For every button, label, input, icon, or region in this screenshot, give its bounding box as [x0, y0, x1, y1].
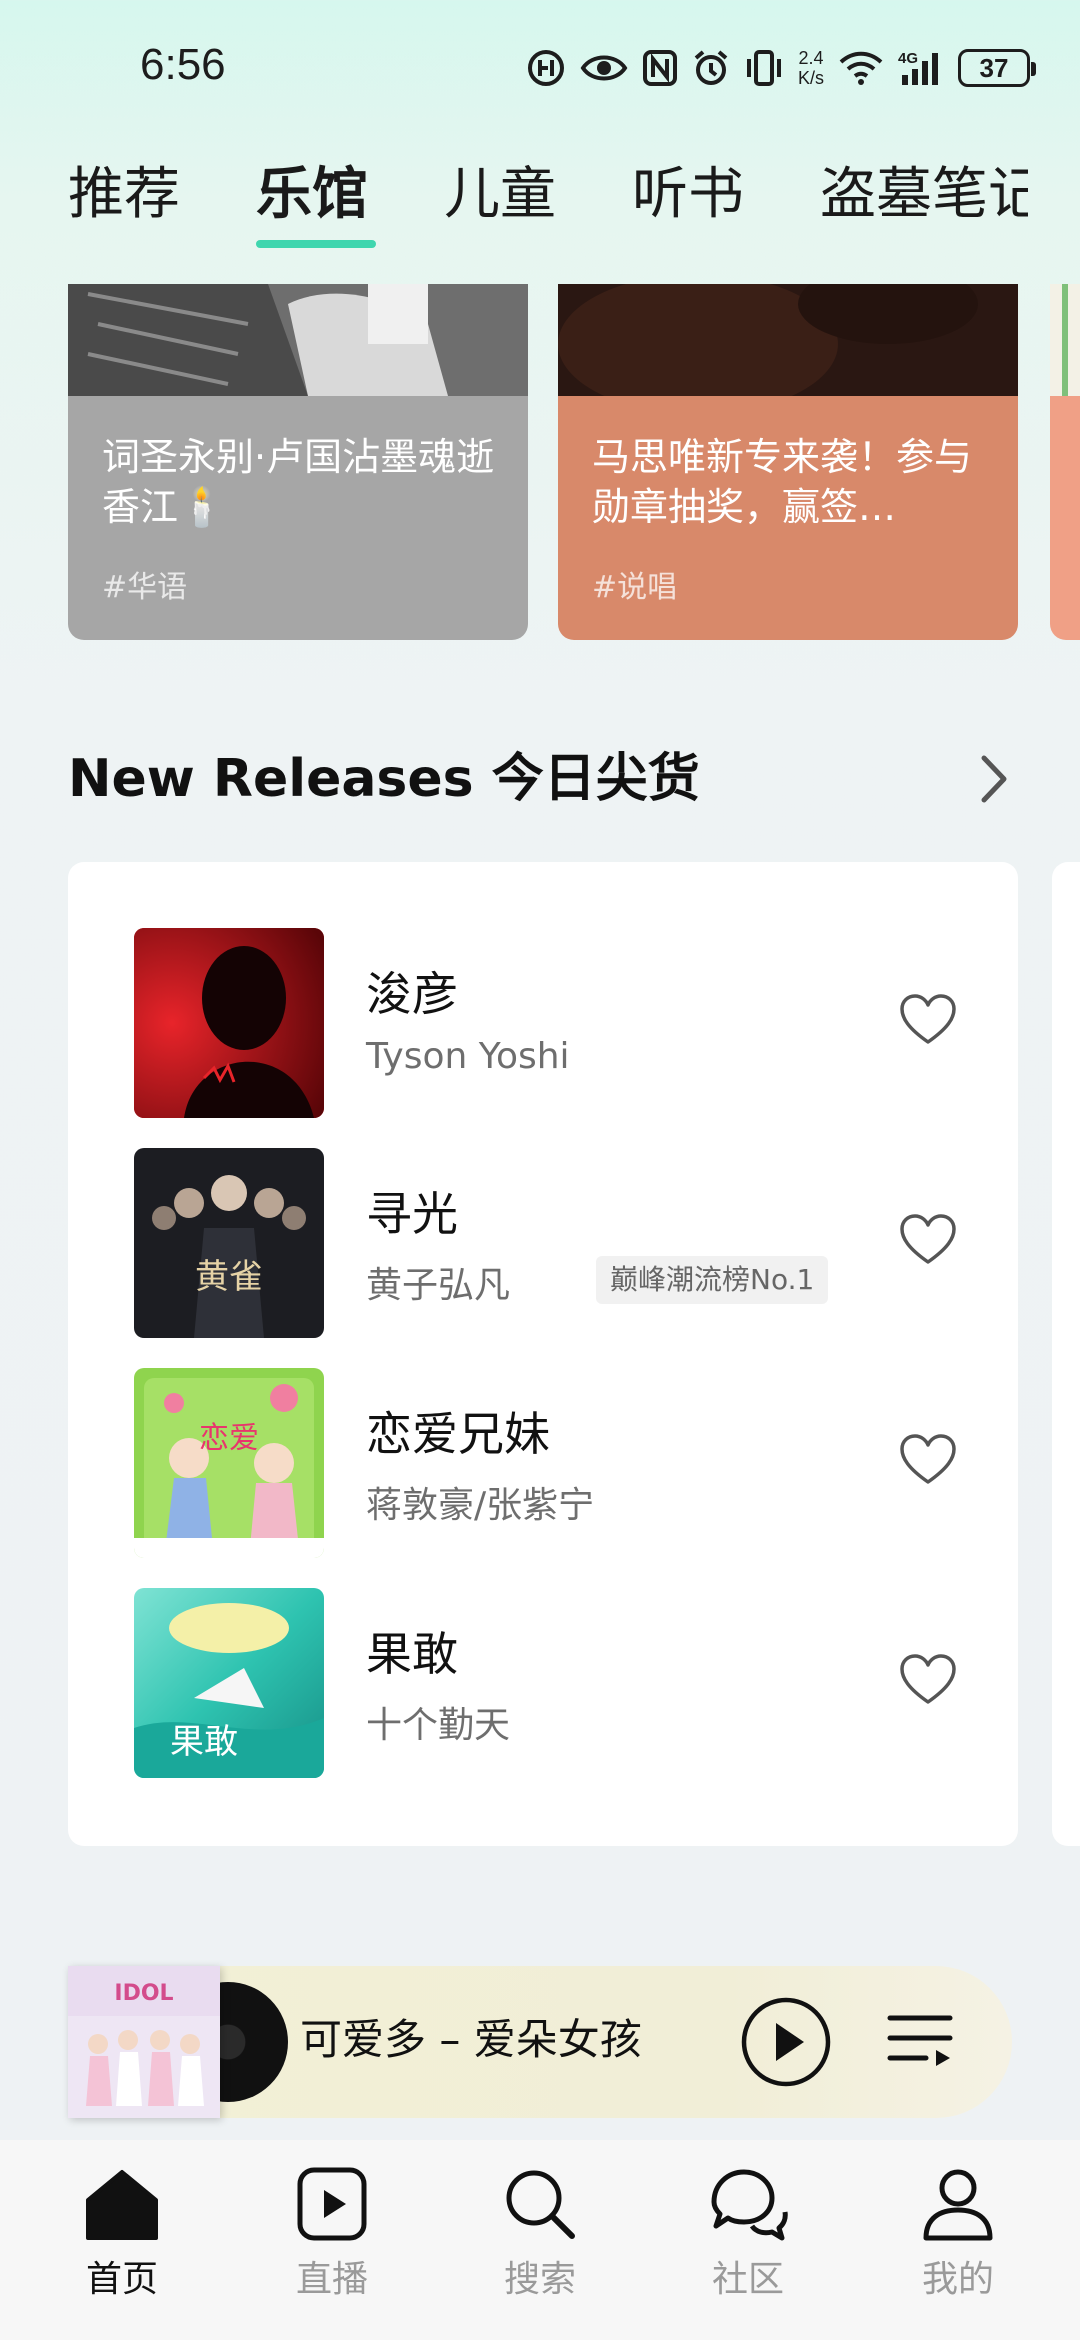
banner-carousel[interactable]: 词圣永别·卢国沾墨魂逝香江🕯️ #华语 马思唯新专来袭！参与勋章抽奖，赢签… #…: [0, 284, 1080, 640]
nav-home-label: 首页: [85, 2259, 158, 2300]
banner-tag-2: #说唱: [592, 570, 678, 605]
banner-image-2: [558, 284, 1018, 396]
play-button[interactable]: [740, 1996, 832, 2088]
status-icons: 2.4 K/s 4G 37: [526, 44, 1036, 92]
song-title: 寻光: [366, 1187, 458, 1241]
nav-home[interactable]: 首页: [52, 2164, 192, 2314]
new-releases-title: New Releases 今日尖货: [68, 749, 700, 809]
banner-tag-1: #华语: [102, 570, 188, 605]
network-type: 4G: [898, 50, 918, 67]
chevron-right-icon[interactable]: [978, 754, 1008, 804]
heart-icon[interactable]: [898, 1212, 958, 1268]
bottom-nav: 首页 直播 搜索 社区 我的: [0, 2140, 1080, 2340]
svg-text:IDOL: IDOL: [114, 1981, 173, 2006]
heart-icon[interactable]: [898, 1652, 958, 1708]
song-artist: Tyson Yoshi: [366, 1036, 570, 1077]
song-row-3[interactable]: 恋爱 恋爱兄妹 蒋敦豪/张紫宁: [134, 1368, 974, 1558]
eye-icon: [580, 55, 628, 81]
tab-audiobooks[interactable]: 听书: [632, 160, 744, 230]
song-cover-1: [134, 928, 324, 1118]
search-icon: [506, 2170, 575, 2239]
net-speed-value: 2.4: [798, 48, 824, 68]
song-cover-3: 恋爱: [134, 1368, 324, 1558]
status-bar: 6:56 2.4 K/s 4G 37: [0, 0, 1080, 140]
tab-kids[interactable]: 儿童: [444, 160, 556, 230]
new-releases-card: 浚彦 Tyson Yoshi 黄雀 寻光 黄子弘凡 巅峰潮流榜No.1 恋爱 恋…: [68, 862, 1018, 1846]
battery-level: 37: [979, 52, 1009, 83]
playlist-icon[interactable]: [886, 2006, 956, 2076]
now-playing-title[interactable]: 可爱多 – 爱朵女孩: [300, 2010, 642, 2070]
svg-text:果敢: 果敢: [170, 1722, 238, 1762]
top-tab-bar: 推荐 乐馆 儿童 听书 盗墓笔记: [68, 156, 1028, 256]
svg-text:恋爱: 恋爱: [199, 1421, 259, 1456]
banner-card-3-peek[interactable]: [1050, 284, 1080, 640]
net-speed-unit: K/s: [797, 68, 824, 88]
hd-voice-icon: [527, 50, 564, 86]
banner-image-1: [68, 284, 528, 396]
new-releases-header[interactable]: New Releases 今日尖货: [68, 744, 1008, 814]
song-title: 果敢: [366, 1627, 458, 1681]
vibrate-icon: [746, 50, 781, 86]
banner-title-1: 词圣永别·卢国沾墨魂逝香江🕯️: [102, 435, 495, 529]
community-chat-icon: [711, 2169, 788, 2241]
live-play-icon: [297, 2167, 367, 2241]
tab-music-hall[interactable]: 乐馆: [256, 160, 368, 230]
song-artist: 蒋敦豪/张紫宁: [366, 1485, 595, 1526]
heart-icon[interactable]: [898, 992, 958, 1048]
banner-title-2: 马思唯新专来袭！参与勋章抽奖，赢签…: [592, 435, 973, 529]
home-icon: [86, 2170, 158, 2240]
song-row-2[interactable]: 黄雀 寻光 黄子弘凡 巅峰潮流榜No.1: [134, 1148, 974, 1338]
banner-body-1: 词圣永别·卢国沾墨魂逝香江🕯️ #华语: [68, 396, 528, 640]
song-artist: 黄子弘凡: [366, 1265, 511, 1306]
active-tab-indicator: [256, 240, 376, 248]
nav-live[interactable]: 直播: [262, 2164, 402, 2314]
nav-community-label: 社区: [711, 2259, 784, 2300]
nfc-icon: [642, 50, 677, 86]
wifi-icon: [839, 51, 883, 85]
song-artist: 十个勤天: [366, 1705, 511, 1746]
nav-community[interactable]: 社区: [678, 2164, 818, 2314]
profile-icon: [923, 2169, 993, 2241]
status-time: 6:56: [140, 40, 226, 89]
battery-icon: 37: [958, 49, 1036, 87]
nav-profile-label: 我的: [921, 2259, 994, 2300]
banner-card-1[interactable]: 词圣永别·卢国沾墨魂逝香江🕯️ #华语: [68, 284, 528, 640]
heart-icon[interactable]: [898, 1432, 958, 1488]
mini-player[interactable]: IDOL 可爱多 – 爱朵女孩: [68, 1966, 1012, 2118]
alarm-icon: [694, 50, 728, 85]
nav-profile[interactable]: 我的: [888, 2164, 1028, 2314]
song-title: 恋爱兄妹: [366, 1407, 550, 1461]
song-row-4[interactable]: 果敢 果敢 十个勤天: [134, 1588, 974, 1778]
svg-text:黄雀: 黄雀: [195, 1257, 263, 1297]
song-cover-4: 果敢: [134, 1588, 324, 1778]
next-card-peek[interactable]: [1052, 862, 1080, 1846]
tab-recommend[interactable]: 推荐: [68, 160, 180, 230]
banner-body-2: 马思唯新专来袭！参与勋章抽奖，赢签… #说唱: [558, 396, 1018, 640]
nav-live-label: 直播: [295, 2259, 368, 2300]
song-row-1[interactable]: 浚彦 Tyson Yoshi: [134, 928, 974, 1118]
tab-tomb-notes[interactable]: 盗墓笔记: [820, 160, 1028, 230]
nav-search-label: 搜索: [503, 2259, 576, 2300]
song-cover-2: 黄雀: [134, 1148, 324, 1338]
net-speed: 2.4 K/s: [798, 48, 824, 88]
now-playing-cover[interactable]: IDOL: [68, 1966, 220, 2118]
nav-search[interactable]: 搜索: [470, 2164, 610, 2314]
signal-icon: 4G: [898, 50, 938, 85]
chart-badge: 巅峰潮流榜No.1: [596, 1256, 829, 1304]
song-title: 浚彦: [366, 967, 458, 1021]
banner-card-2[interactable]: 马思唯新专来袭！参与勋章抽奖，赢签… #说唱: [558, 284, 1018, 640]
